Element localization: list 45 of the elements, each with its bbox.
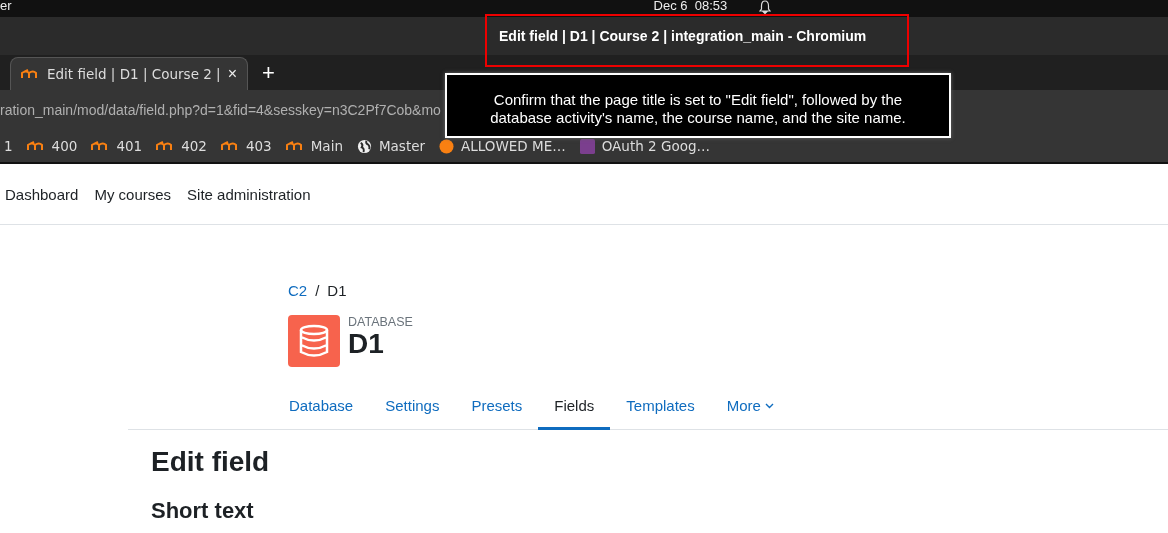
page-heading: Edit field bbox=[151, 446, 271, 478]
breadcrumb-item: D1 bbox=[327, 282, 347, 299]
activity-name: D1 bbox=[348, 329, 385, 360]
bookmark-link[interactable]: ALLOWED ME… bbox=[461, 138, 566, 154]
globe-icon bbox=[356, 138, 372, 154]
database-icon bbox=[288, 315, 340, 367]
nav-link[interactable]: Site administration bbox=[187, 185, 311, 203]
bookmark-icon bbox=[579, 138, 595, 154]
nav-tab[interactable]: Settings bbox=[369, 389, 456, 430]
nav-tab[interactable]: Presets bbox=[455, 389, 539, 430]
url-text[interactable]: ration_main/mod/data/field.php?d=1&fid=4&sesskey=n3C2Pf7Cob&mo bbox=[0, 102, 441, 118]
bookmark-link[interactable]: Main bbox=[310, 138, 343, 154]
clock: Dec 6 08:53 bbox=[653, 0, 728, 12]
tooltip: Confirm that the page title is set to "Edit field", followed by the database activity's name, the course name, and the site name. bbox=[445, 73, 951, 138]
moodle-icon bbox=[21, 69, 39, 79]
app-name: er bbox=[0, 0, 12, 12]
moodle-icon bbox=[156, 141, 175, 151]
bookmark-link[interactable]: Master bbox=[378, 138, 426, 154]
bookmark-icon bbox=[439, 138, 455, 154]
nav-link[interactable]: Dashboard bbox=[5, 185, 79, 203]
nav-link[interactable]: My courses bbox=[94, 185, 172, 203]
bookmark-link[interactable]: 403 bbox=[245, 138, 272, 154]
bookmark-link[interactable]: 402 bbox=[181, 138, 207, 154]
close-tab-button[interactable]: × bbox=[227, 65, 237, 83]
bookmark-link[interactable]: 1 bbox=[4, 138, 13, 154]
bookmark-link[interactable]: OAuth 2 Goog… bbox=[601, 138, 710, 154]
nav-tab[interactable]: Templates bbox=[610, 389, 711, 430]
nav-tab[interactable]: Fields bbox=[538, 389, 611, 430]
nav-tab[interactable]: Database bbox=[273, 389, 370, 430]
moodle-icon bbox=[220, 141, 239, 151]
moodle-icon bbox=[26, 141, 45, 151]
bookmark-link[interactable]: 400 bbox=[51, 138, 78, 154]
bookmark-link[interactable]: 401 bbox=[116, 138, 143, 154]
section-heading: Short text bbox=[151, 498, 255, 524]
activity-type: DATABASE bbox=[348, 315, 413, 329]
bell-icon[interactable] bbox=[759, 0, 772, 14]
breadcrumb-separator: / bbox=[315, 282, 320, 299]
window-title: Edit field | D1 | Course 2 | integration_main - Chromium bbox=[499, 28, 867, 44]
browser-tab[interactable]: Edit field | D1 | Course 2 | × bbox=[10, 57, 248, 90]
moodle-icon bbox=[285, 141, 304, 151]
tab-title: Edit field | D1 | Course 2 | bbox=[47, 66, 220, 82]
breadcrumb-link[interactable]: C2 bbox=[288, 282, 308, 299]
moodle-icon bbox=[91, 141, 110, 151]
nav-tab[interactable]: More bbox=[710, 389, 790, 430]
new-tab-button[interactable]: + bbox=[262, 60, 275, 86]
